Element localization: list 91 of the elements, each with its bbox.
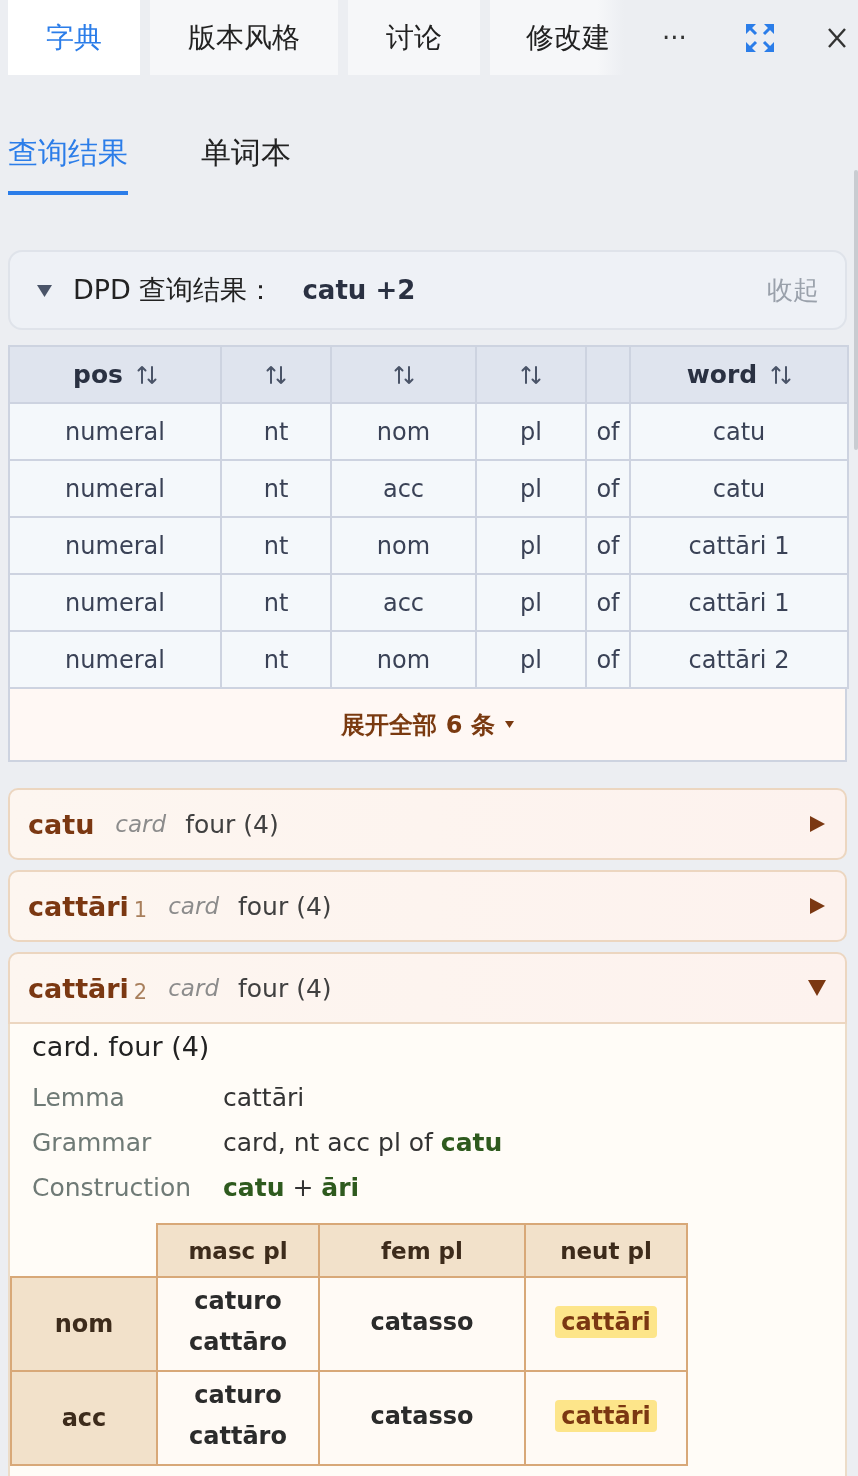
column-header: masc pl	[157, 1224, 319, 1277]
table-cell: nom	[331, 631, 476, 688]
table-cell: numeral	[9, 460, 221, 517]
homonym-number: 2	[133, 980, 148, 1004]
homonym-number: 1	[133, 898, 148, 922]
meaning-text: four (4)	[238, 973, 332, 1003]
caret-icon[interactable]	[808, 979, 826, 997]
table-cell: acc	[331, 460, 476, 517]
entry-header[interactable]: cattāri 2 card four (4)	[8, 952, 847, 1024]
table-cell: numeral	[9, 631, 221, 688]
table-cell: of	[586, 403, 630, 460]
table-cell: nt	[221, 631, 331, 688]
table-cell: numeral	[9, 403, 221, 460]
table-cell: pl	[476, 403, 586, 460]
field-value: catu + āri	[223, 1172, 361, 1204]
table-cell: nom	[331, 403, 476, 460]
table-cell: cattāri 1	[630, 574, 848, 631]
word-link[interactable]: āri	[321, 1173, 360, 1202]
table-cell: pl	[476, 574, 586, 631]
table-cell: nt	[221, 574, 331, 631]
sort-icon[interactable]	[771, 365, 792, 385]
table-cell: of	[586, 517, 630, 574]
headword: cattāri	[28, 890, 129, 922]
table-cell: catu	[630, 403, 848, 460]
field-label: Lemma	[32, 1082, 126, 1114]
headword: catu	[28, 808, 95, 840]
word-link[interactable]: catu	[223, 1173, 285, 1202]
caret-icon[interactable]	[37, 282, 52, 298]
column-header[interactable]: pos	[9, 346, 221, 403]
scrollbar-thumb[interactable]	[854, 170, 858, 450]
word-form: cattāri	[555, 1305, 657, 1338]
column-header: neut pl	[525, 1224, 687, 1277]
part-of-speech: card	[115, 811, 167, 837]
panel-title: DPD 查询结果：	[73, 273, 275, 307]
table-cell: nt	[221, 460, 331, 517]
close-icon[interactable]	[827, 26, 846, 49]
caret-icon[interactable]	[808, 897, 826, 915]
table-cell: catu	[630, 460, 848, 517]
column-header: fem pl	[319, 1224, 525, 1277]
table-cell: nom	[331, 517, 476, 574]
table-cell: pl	[476, 460, 586, 517]
field-value: card, nt acc pl of catu	[223, 1127, 504, 1159]
result-panel-header[interactable]: DPD 查询结果： catu +2 收起	[8, 250, 847, 330]
tab[interactable]: 单词本	[201, 133, 291, 195]
table-cell: nt	[221, 403, 331, 460]
column-header[interactable]: word	[630, 346, 848, 403]
expand-icon[interactable]	[744, 22, 775, 53]
table-cell: nt	[221, 517, 331, 574]
row-header: acc	[11, 1371, 157, 1465]
table-cell: acc	[331, 574, 476, 631]
sort-icon[interactable]	[136, 365, 157, 385]
headword: cattāri	[28, 972, 129, 1004]
table-cell: numeral	[9, 574, 221, 631]
expand-all-button[interactable]: 展开全部 6 条	[8, 689, 847, 762]
table-cell: pl	[476, 631, 586, 688]
part-of-speech: card	[168, 893, 219, 919]
word-form: catasso	[369, 1400, 475, 1432]
sort-icon[interactable]	[393, 365, 414, 385]
word-form: cattāro	[188, 1421, 288, 1452]
caret-icon[interactable]	[808, 815, 826, 833]
word-form: cattāri	[555, 1399, 657, 1432]
field-label: Grammar	[32, 1127, 153, 1159]
entry-header[interactable]: cattāri 1 card four (4)	[8, 870, 847, 942]
tab[interactable]: 字典	[8, 0, 140, 75]
field-value: cattāri	[223, 1082, 306, 1114]
table-cell: numeral	[9, 517, 221, 574]
field-label: Construction	[32, 1172, 193, 1204]
word-form: catasso	[369, 1306, 475, 1338]
table-cell: cattāri 2	[630, 631, 848, 688]
sort-icon[interactable]	[521, 365, 541, 385]
sort-icon[interactable]	[266, 365, 286, 385]
part-of-speech: card	[168, 975, 219, 1001]
word-form: caturo	[193, 1286, 283, 1317]
caret-icon	[504, 721, 514, 728]
more-button[interactable]: ···	[662, 22, 687, 53]
table-cell: pl	[476, 517, 586, 574]
query-text: catu +2	[302, 275, 416, 305]
table-cell: of	[586, 631, 630, 688]
meaning-text: four (4)	[185, 809, 279, 839]
table-cell: cattāri 1	[630, 517, 848, 574]
word-form: cattāro	[188, 1327, 288, 1358]
tab[interactable]: 讨论	[348, 0, 480, 75]
word-form: caturo	[193, 1380, 283, 1411]
table-cell: of	[586, 460, 630, 517]
tab[interactable]: 版本风格	[150, 0, 338, 75]
definition-text: card. four (4)	[31, 1030, 211, 1064]
row-header: nom	[11, 1277, 157, 1371]
table-cell: of	[586, 574, 630, 631]
entry-header[interactable]: catu card four (4)	[8, 788, 847, 860]
meaning-text: four (4)	[238, 891, 332, 921]
word-link[interactable]: catu	[440, 1128, 503, 1157]
